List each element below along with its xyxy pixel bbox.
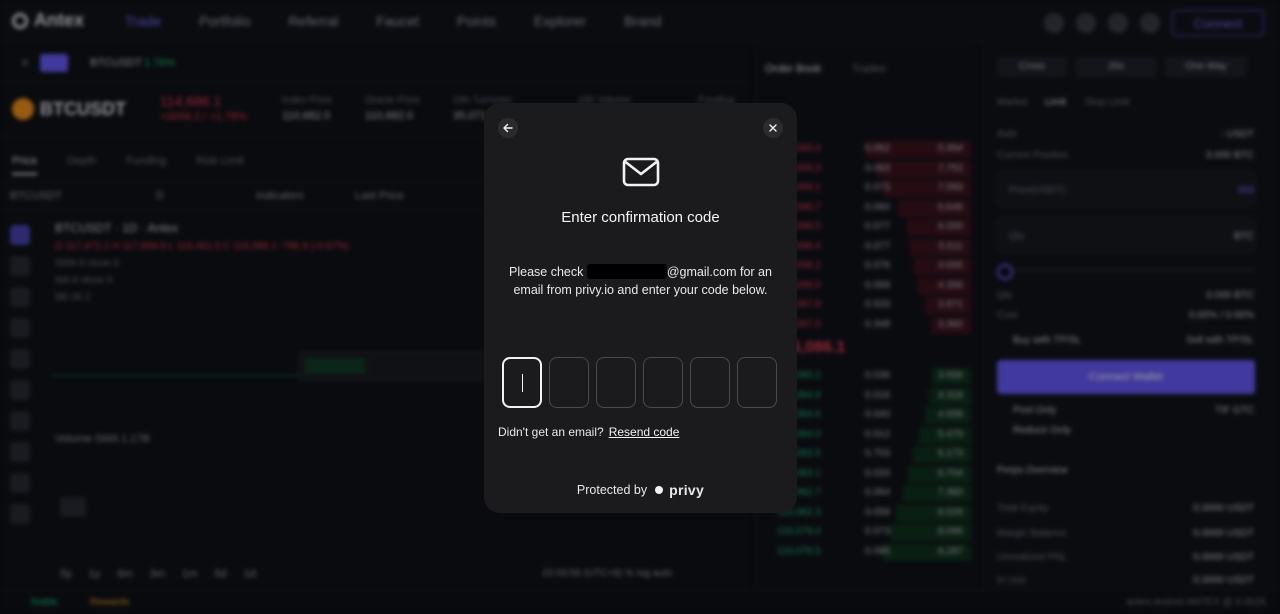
code-digit-3[interactable] (596, 357, 636, 408)
close-button[interactable] (763, 118, 783, 138)
code-digit-4[interactable] (643, 357, 683, 408)
privy-logo-icon (655, 486, 664, 494)
resend-row: Didn't get an email? Resend code (498, 425, 679, 439)
protected-by-text: Protected by (576, 483, 648, 497)
didnt-get-email-text: Didn't get an email? (498, 425, 604, 439)
confirmation-modal: Enter confirmation code Please check @gm… (484, 103, 797, 513)
code-inputs (502, 357, 777, 408)
envelope-icon (622, 157, 660, 187)
modal-title: Enter confirmation code (561, 209, 720, 226)
redacted-email (586, 264, 667, 279)
resend-code-link[interactable]: Resend code (609, 425, 680, 439)
code-digit-5[interactable] (690, 357, 730, 408)
code-digit-2[interactable] (549, 357, 589, 408)
code-digit-6[interactable] (737, 357, 777, 408)
modal-instructions: Please check @gmail.com for an email fro… (504, 263, 777, 299)
email-domain: @gmail.com (666, 265, 737, 279)
instructions-prefix: Please check (509, 265, 584, 279)
code-digit-1[interactable] (502, 357, 542, 408)
privy-logo-text[interactable]: privy (669, 482, 704, 498)
close-icon (769, 124, 777, 132)
text-caret (522, 374, 523, 392)
protected-by: Protected by privy (484, 482, 797, 498)
back-button[interactable] (498, 118, 518, 138)
arrow-left-icon (503, 123, 513, 133)
